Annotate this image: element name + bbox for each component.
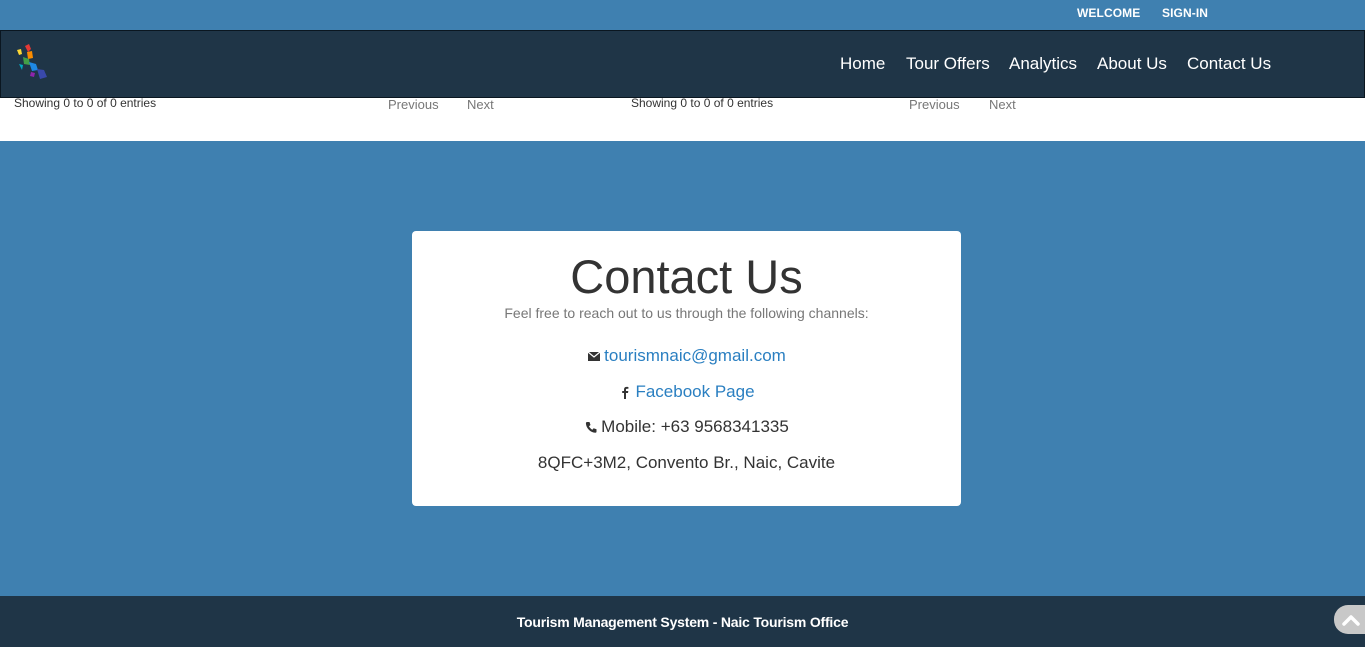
- mobile-number: Mobile: +63 9568341335: [601, 417, 789, 436]
- welcome-link[interactable]: WELCOME: [1077, 6, 1140, 20]
- nav-contact-us[interactable]: Contact Us: [1187, 54, 1271, 74]
- address-text: 8QFC+3M2, Convento Br., Naic, Cavite: [537, 453, 836, 472]
- nav-analytics[interactable]: Analytics: [1009, 54, 1077, 74]
- contact-card: Contact Us Feel free to reach out to us …: [412, 231, 961, 506]
- top-bar: WELCOME SIGN-IN: [0, 0, 1365, 30]
- envelope-icon: [587, 351, 601, 361]
- nav-home[interactable]: Home: [840, 54, 885, 74]
- back-to-top-button[interactable]: [1334, 605, 1365, 634]
- site-logo[interactable]: [13, 42, 51, 82]
- contact-title: Contact Us: [570, 250, 803, 303]
- email-link[interactable]: tourismnaic@gmail.com: [604, 346, 786, 366]
- contact-phone-row: Mobile: +63 9568341335: [412, 417, 961, 437]
- contact-email-row: tourismnaic@gmail.com: [412, 346, 961, 366]
- table-info: Showing 0 to 0 of 0 entries: [14, 96, 157, 110]
- facebook-link[interactable]: Facebook Page: [635, 382, 754, 402]
- contact-facebook-row: Facebook Page: [412, 382, 961, 402]
- next-button[interactable]: Next: [467, 97, 494, 112]
- nav-about-us[interactable]: About Us: [1097, 54, 1167, 74]
- table-pagination-strip: Showing 0 to 0 of 0 entries Previous Nex…: [0, 96, 1365, 141]
- previous-button[interactable]: Previous: [909, 97, 960, 112]
- main-navbar: Home Tour Offers Analytics About Us Cont…: [0, 30, 1365, 98]
- contact-address-row: 8QFC+3M2, Convento Br., Naic, Cavite: [412, 453, 961, 473]
- sign-in-link[interactable]: SIGN-IN: [1162, 6, 1208, 20]
- footer-text: Tourism Management System - Naic Tourism…: [516, 614, 849, 630]
- chevron-up-icon: [1342, 614, 1360, 626]
- page-footer: Tourism Management System - Naic Tourism…: [0, 596, 1365, 647]
- nav-tour-offers[interactable]: Tour Offers: [906, 54, 990, 74]
- phone-icon: [586, 422, 597, 433]
- table-info: Showing 0 to 0 of 0 entries: [631, 96, 774, 110]
- previous-button[interactable]: Previous: [388, 97, 439, 112]
- next-button[interactable]: Next: [989, 97, 1016, 112]
- facebook-icon: [622, 386, 629, 399]
- contact-subtitle: Feel free to reach out to us through the…: [504, 305, 869, 321]
